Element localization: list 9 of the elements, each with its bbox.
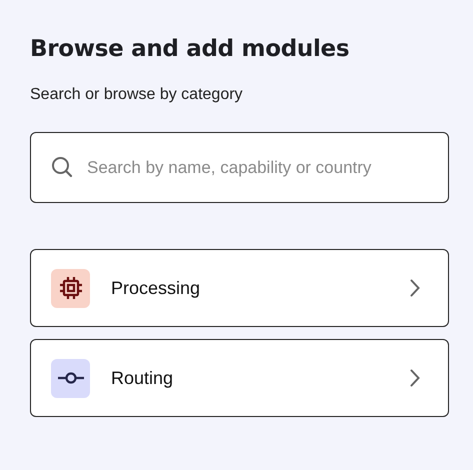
category-item[interactable]: Routing (30, 339, 449, 417)
page-title: Browse and add modules (30, 36, 350, 62)
chevron-right-icon (410, 369, 420, 387)
chevron-right-icon (410, 279, 420, 297)
category-item[interactable]: Processing (30, 249, 449, 327)
search-field[interactable]: Search by name, capability or country (30, 132, 449, 203)
chip-icon (58, 275, 84, 301)
page-subtitle: Search or browse by category (30, 86, 244, 104)
node-icon (56, 372, 84, 384)
